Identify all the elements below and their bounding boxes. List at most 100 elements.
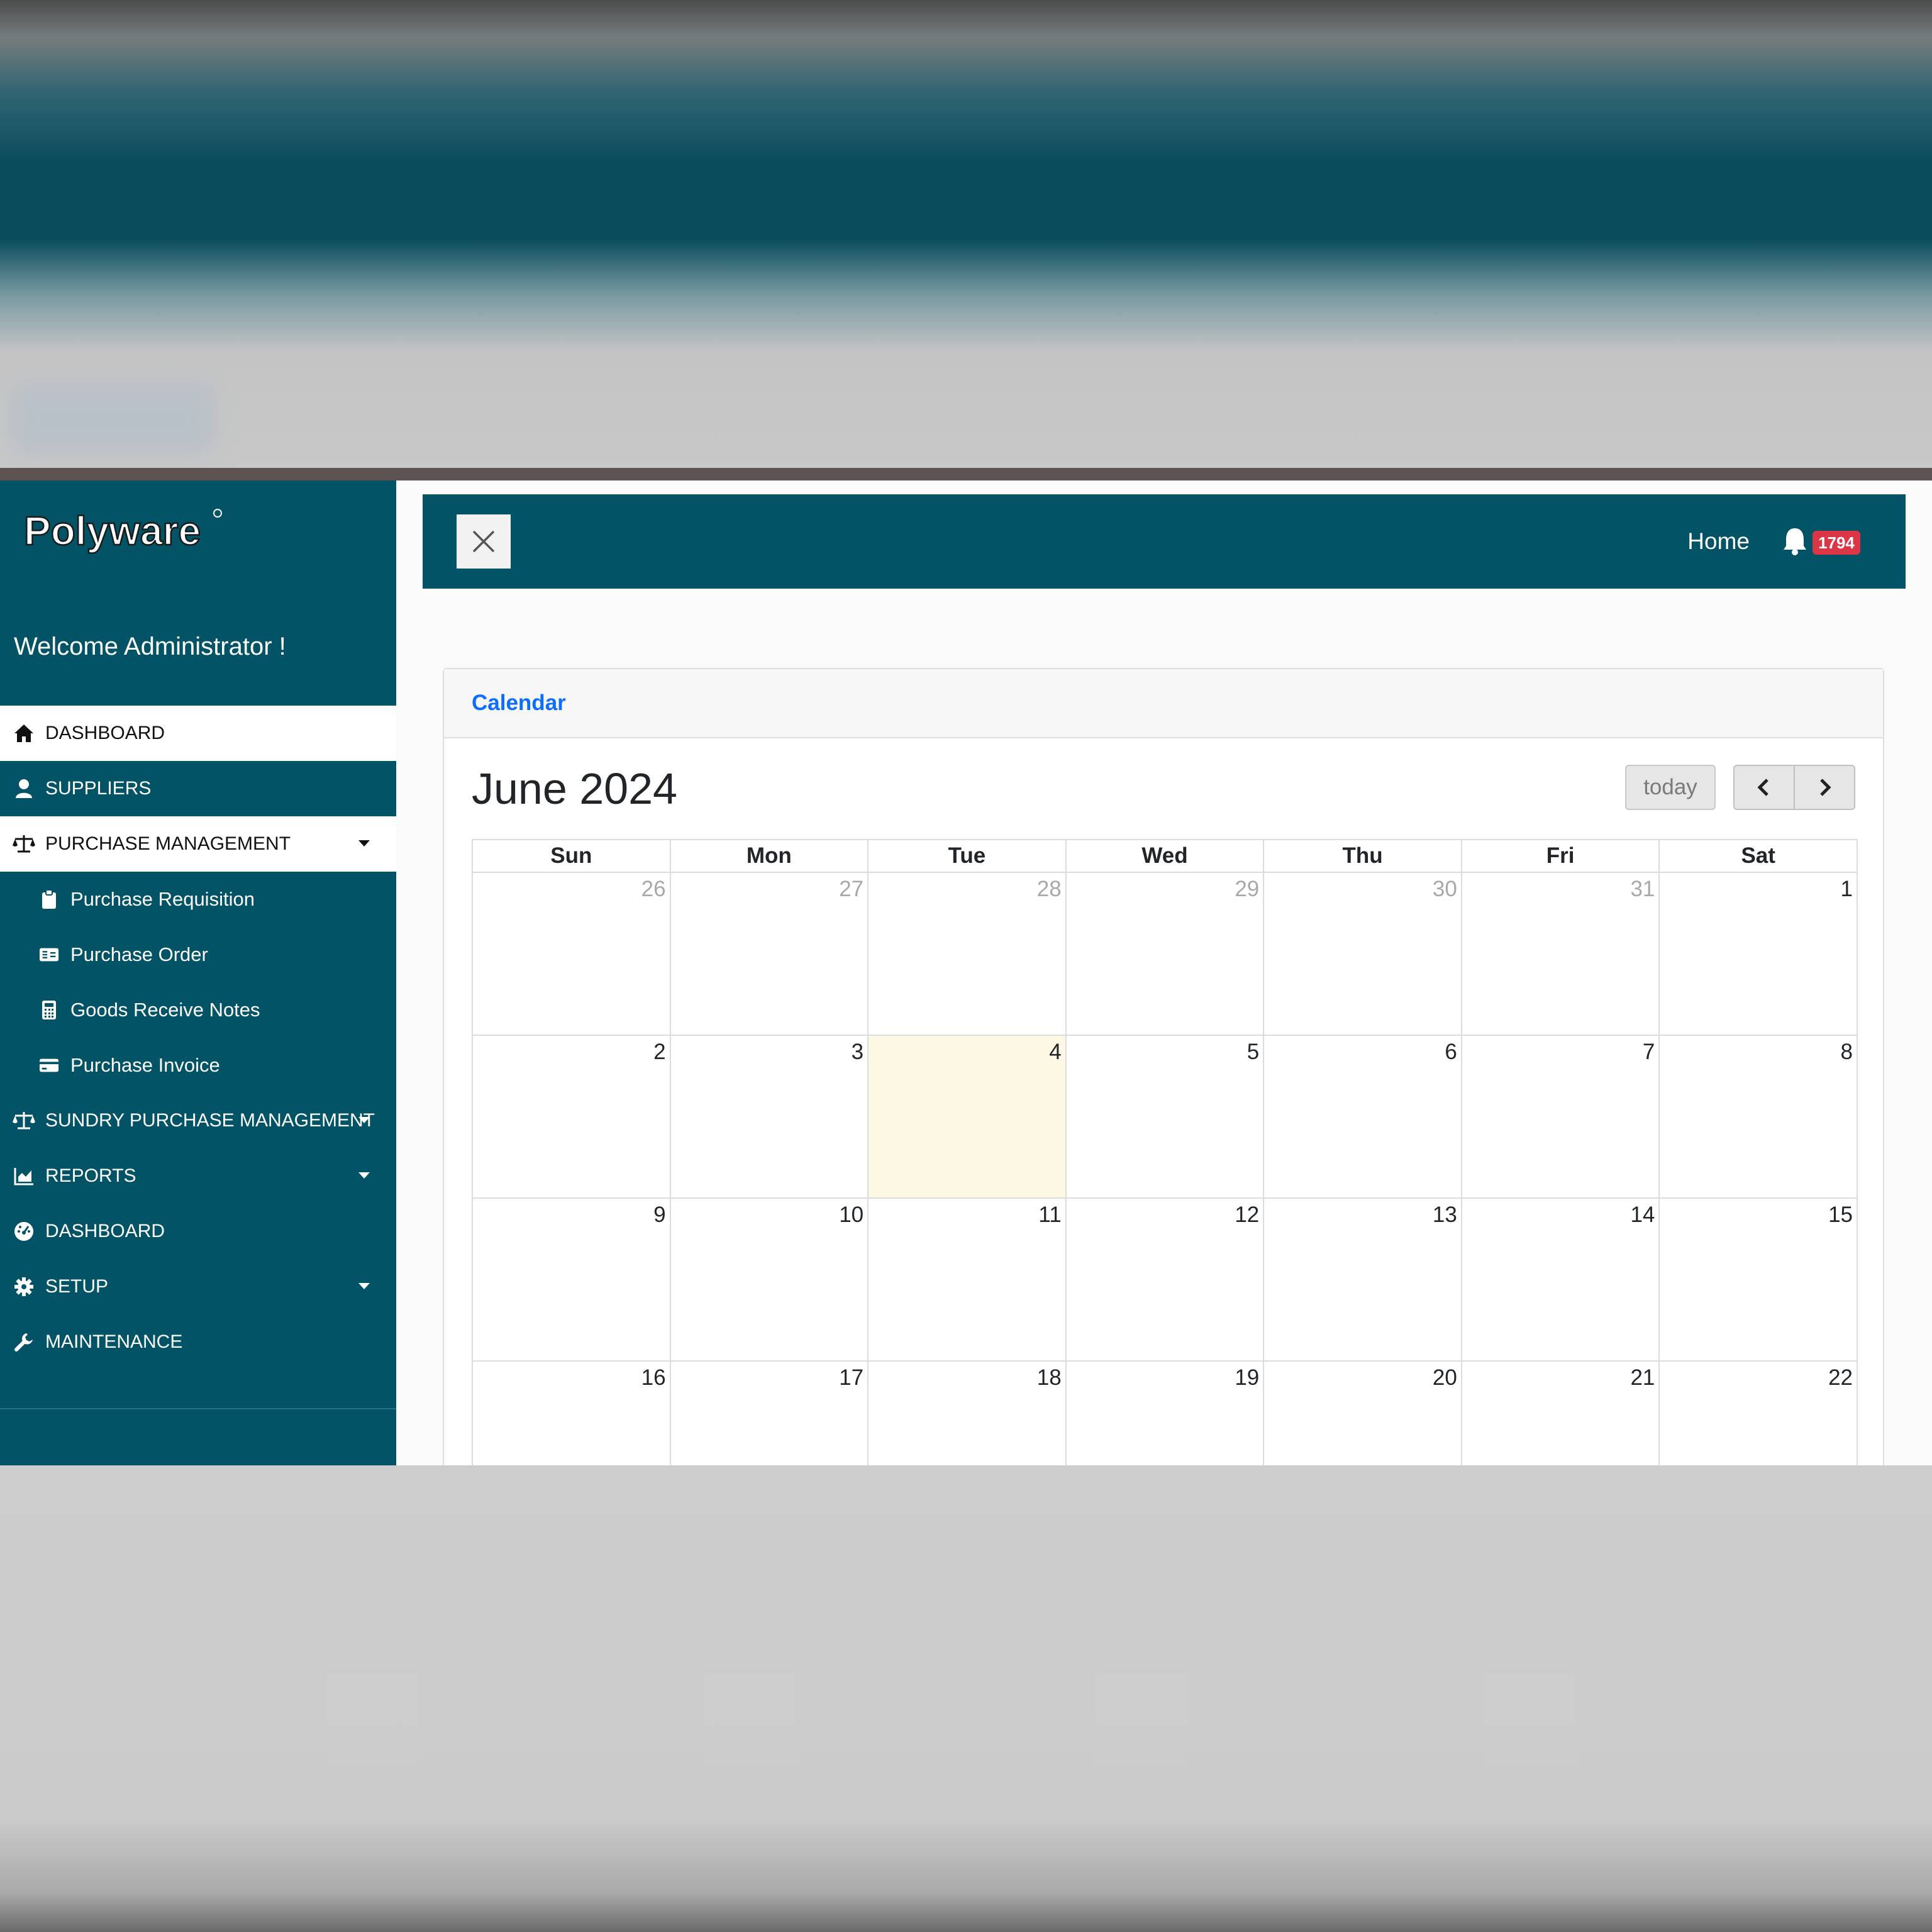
blurred-background-element: [13, 384, 214, 453]
calendar-month-title: June 2024: [472, 764, 677, 813]
sidebar-item-label: SETUP: [45, 1276, 109, 1297]
polyware-logo: Polyware: [24, 508, 222, 554]
home-icon: [13, 722, 35, 745]
calendar-day-cell[interactable]: 15: [1658, 1197, 1858, 1362]
receipt-icon: [39, 945, 59, 965]
calendar-day-cell[interactable]: 29: [1065, 872, 1265, 1036]
sidebar-item-reports[interactable]: REPORTS: [0, 1148, 396, 1204]
gauge-icon: [13, 1220, 35, 1243]
submenu-item-label: Purchase Invoice: [70, 1054, 220, 1076]
sidebar-item-label: REPORTS: [45, 1165, 136, 1186]
blurred-background-element: [1484, 1673, 1579, 1767]
submenu-item-label: Goods Receive Notes: [70, 999, 260, 1021]
weekday-header: Sat: [1658, 839, 1858, 873]
sidebar-item-label: DASHBOARD: [45, 723, 165, 743]
calendar-day-cell[interactable]: 30: [1263, 872, 1462, 1036]
sidebar-item-dashboard[interactable]: DASHBOARD: [0, 706, 396, 761]
calendar-day-cell-today[interactable]: 4: [867, 1035, 1067, 1199]
sidebar-item-label: MAINTENANCE: [45, 1331, 183, 1352]
sidebar-item-label: SUPPLIERS: [45, 778, 152, 799]
blurred-background-element: [327, 1673, 421, 1767]
weekday-header: Sun: [472, 839, 671, 873]
user-icon: [13, 777, 35, 800]
card-title: Calendar: [472, 691, 566, 715]
gear-icon: [13, 1275, 35, 1298]
calendar-day-cell[interactable]: 2: [472, 1035, 671, 1199]
weekday-header: Wed: [1065, 839, 1265, 873]
calendar-day-cell[interactable]: 14: [1460, 1197, 1660, 1362]
chevron-down-icon: [358, 840, 370, 847]
weekday-header: Mon: [669, 839, 869, 873]
weekday-header: Fri: [1460, 839, 1660, 873]
calendar-day-cell[interactable]: 26: [472, 872, 671, 1036]
calendar-day-cell[interactable]: 10: [669, 1197, 869, 1362]
calendar-week-row: 16 17 18 19 20 21 22: [472, 1360, 1858, 1465]
notification-badge: 1794: [1813, 531, 1860, 555]
calendar-grid: Sun Mon Tue Wed Thu Fri Sat 26 27 28 29 …: [472, 839, 1858, 1465]
close-icon: [472, 530, 495, 553]
blurred-background-element: [704, 1673, 799, 1767]
calendar-day-cell[interactable]: 17: [669, 1360, 869, 1465]
calendar-day-cell[interactable]: 22: [1658, 1360, 1858, 1465]
sidebar-item-label: DASHBOARD: [45, 1221, 165, 1241]
calendar-day-cell[interactable]: 5: [1065, 1035, 1265, 1199]
calendar-day-cell[interactable]: 1: [1658, 872, 1858, 1036]
calendar-day-cell[interactable]: 9: [472, 1197, 671, 1362]
chart-icon: [13, 1165, 35, 1187]
sidebar-item-maintenance[interactable]: MAINTENANCE: [0, 1314, 396, 1370]
today-button[interactable]: today: [1625, 765, 1716, 810]
home-link[interactable]: Home: [1068, 494, 1750, 589]
submenu-item-purchase-requisition[interactable]: Purchase Requisition: [0, 872, 396, 927]
calendar-week-row: 26 27 28 29 30 31 1: [472, 872, 1858, 1036]
calendar-day-cell[interactable]: 12: [1065, 1197, 1265, 1362]
calendar-day-cell[interactable]: 3: [669, 1035, 869, 1199]
calendar-week-row: 2 3 4 5 6 7 8: [472, 1035, 1858, 1199]
submenu-item-goods-receive-notes[interactable]: Goods Receive Notes: [0, 982, 396, 1038]
sidebar-item-sundry-purchase-management[interactable]: SUNDRY PURCHASE MANAGEMENT: [0, 1093, 396, 1148]
calendar-week-row: 9 10 11 12 13 14 15: [472, 1197, 1858, 1362]
top-navbar: Home 1794: [423, 494, 1906, 589]
bell-icon[interactable]: [1781, 526, 1809, 556]
sidebar-item-purchase-management[interactable]: PURCHASE MANAGEMENT: [0, 816, 396, 872]
calendar-day-cell[interactable]: 19: [1065, 1360, 1265, 1465]
calendar-day-cell[interactable]: 7: [1460, 1035, 1660, 1199]
sidebar-item-label: SUNDRY PURCHASE MANAGEMENT: [45, 1110, 375, 1131]
calendar-day-cell[interactable]: 18: [867, 1360, 1067, 1465]
calendar-day-cell[interactable]: 11: [867, 1197, 1067, 1362]
submenu-item-label: Purchase Requisition: [70, 888, 255, 910]
calendar-day-cell[interactable]: 8: [1658, 1035, 1858, 1199]
chevron-left-icon: [1757, 779, 1768, 796]
calendar-day-cell[interactable]: 16: [472, 1360, 671, 1465]
calendar-day-cell[interactable]: 6: [1263, 1035, 1462, 1199]
svg-text:Polyware: Polyware: [24, 508, 201, 553]
calculator-icon: [39, 1000, 59, 1020]
weekday-header-row: Sun Mon Tue Wed Thu Fri Sat: [472, 839, 1858, 873]
weekday-header: Tue: [867, 839, 1067, 873]
blurred-background-top: [0, 0, 1932, 478]
sidebar: Polyware Welcome Administrator ! DASHBOA…: [0, 480, 396, 1465]
sidebar-item-dashboard-2[interactable]: DASHBOARD: [0, 1204, 396, 1259]
app-window: Polyware Welcome Administrator ! DASHBOA…: [0, 468, 1932, 1465]
wrench-icon: [13, 1331, 35, 1353]
prev-month-button[interactable]: [1733, 765, 1795, 810]
credit-card-icon: [39, 1055, 59, 1075]
calendar-day-cell[interactable]: 13: [1263, 1197, 1462, 1362]
calendar-day-cell[interactable]: 31: [1460, 872, 1660, 1036]
submenu-item-purchase-order[interactable]: Purchase Order: [0, 927, 396, 982]
chevron-right-icon: [1820, 779, 1831, 796]
submenu-item-purchase-invoice[interactable]: Purchase Invoice: [0, 1038, 396, 1093]
calendar-day-cell[interactable]: 28: [867, 872, 1067, 1036]
calendar-day-cell[interactable]: 21: [1460, 1360, 1660, 1465]
sidebar-item-suppliers[interactable]: SUPPLIERS: [0, 761, 396, 816]
sidebar-nav: DASHBOARD SUPPLIERS PURCHASE MANAGEMENT: [0, 706, 396, 1370]
blurred-background-element: [1094, 1673, 1189, 1767]
sidebar-item-label: PURCHASE MANAGEMENT: [45, 833, 291, 854]
sidebar-item-setup[interactable]: SETUP: [0, 1259, 396, 1314]
weekday-header: Thu: [1263, 839, 1462, 873]
blurred-background-bottom: [0, 1465, 1932, 1932]
next-month-button[interactable]: [1794, 765, 1855, 810]
sidebar-toggle-button[interactable]: [457, 514, 511, 569]
calendar-day-cell[interactable]: 20: [1263, 1360, 1462, 1465]
calendar-day-cell[interactable]: 27: [669, 872, 869, 1036]
clipboard-icon: [39, 889, 59, 909]
